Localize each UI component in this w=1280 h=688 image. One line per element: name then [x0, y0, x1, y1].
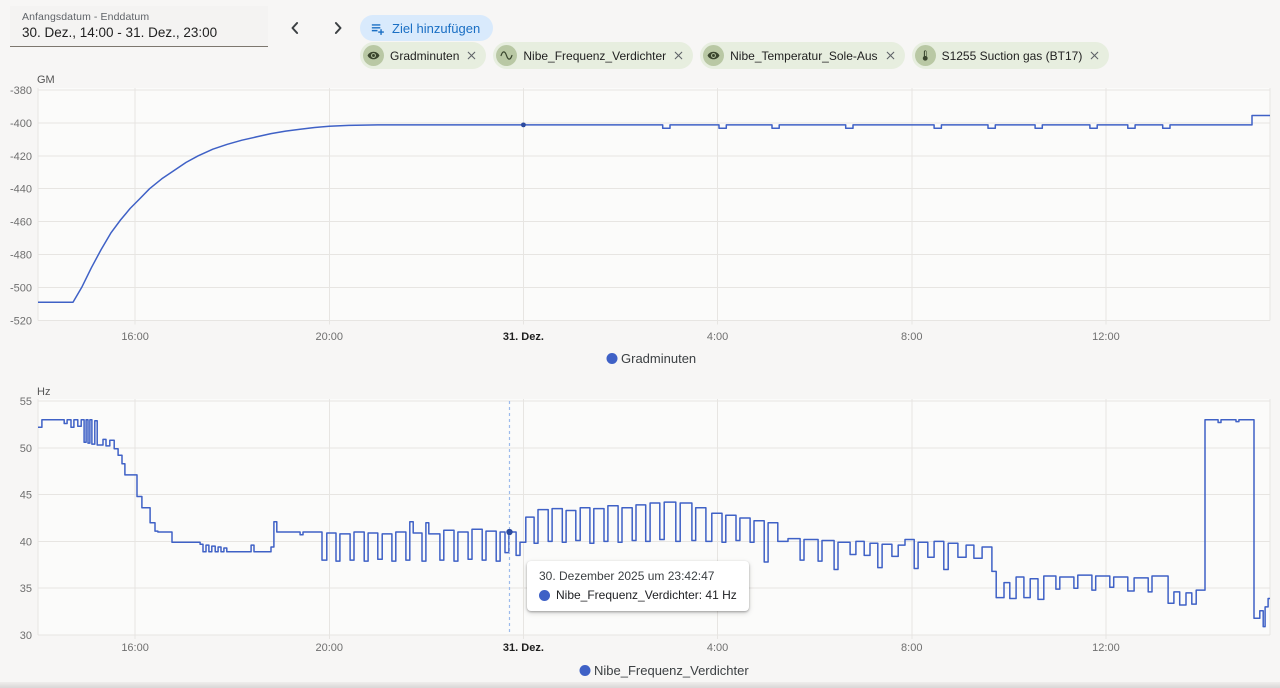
x-tick-label: 20:00 — [315, 331, 343, 343]
x-tick-label: 8:00 — [901, 331, 922, 343]
y-tick-label: 45 — [20, 490, 32, 502]
y-tick-label: -500 — [10, 282, 32, 294]
legend-dot-icon — [607, 353, 618, 364]
y-tick-label: 50 — [20, 443, 32, 455]
x-tick-label: 12:00 — [1092, 331, 1120, 343]
y-tick-label: -380 — [10, 85, 32, 97]
x-tick-label: 8:00 — [901, 642, 922, 654]
legend-dot-icon — [580, 665, 591, 676]
legend-label[interactable]: Gradminuten — [621, 351, 696, 366]
chart-tooltip: 30. Dezember 2025 um 23:42:47 Nibe_Frequ… — [527, 561, 749, 611]
x-tick-label: 4:00 — [707, 642, 728, 654]
y-tick-label: 40 — [20, 536, 32, 548]
y-tick-label: -460 — [10, 217, 32, 229]
compressor-frequency-chart[interactable]: 16:00 20:00 31. Dez. 4:00 8:00 12:00 55 50 45 40 3… — [20, 386, 1270, 678]
tooltip-timestamp: 30. Dezember 2025 um 23:42:47 — [539, 569, 737, 583]
y-tick-label: -440 — [10, 184, 32, 196]
x-tick-label: 16:00 — [121, 642, 149, 654]
history-page: Anfangsdatum - Enddatum 30. Dez., 14:00 … — [0, 0, 1280, 688]
series-dot-icon — [539, 590, 550, 601]
tooltip-value: Nibe_Frequenz_Verdichter: 41 Hz — [556, 588, 737, 602]
y-tick-label: -420 — [10, 151, 32, 163]
y-tick-label: 35 — [20, 583, 32, 595]
x-tick-label: 31. Dez. — [503, 642, 544, 654]
x-tick-label: 12:00 — [1092, 642, 1120, 654]
y-tick-label: 30 — [20, 630, 32, 642]
hover-marker — [521, 122, 526, 127]
x-tick-label: 16:00 — [121, 331, 149, 343]
y-tick-label: -520 — [10, 315, 32, 327]
y-tick-label: 55 — [20, 396, 32, 408]
hover-marker — [506, 529, 512, 535]
axis-unit-label: Hz — [37, 386, 50, 398]
degree-minutes-chart[interactable]: 16:00 20:00 31. Dez. 4:00 8:00 12:00 -380 -400 -… — [10, 74, 1270, 366]
x-tick-label: 20:00 — [315, 642, 343, 654]
x-tick-label: 4:00 — [707, 331, 728, 343]
legend-label[interactable]: Nibe_Frequenz_Verdichter — [594, 663, 749, 678]
y-tick-label: -400 — [10, 118, 32, 130]
y-tick-label: -480 — [10, 250, 32, 262]
bottom-scroll-strip[interactable] — [0, 682, 1280, 688]
x-tick-label: 31. Dez. — [503, 331, 544, 343]
axis-unit-label: GM — [37, 74, 55, 86]
